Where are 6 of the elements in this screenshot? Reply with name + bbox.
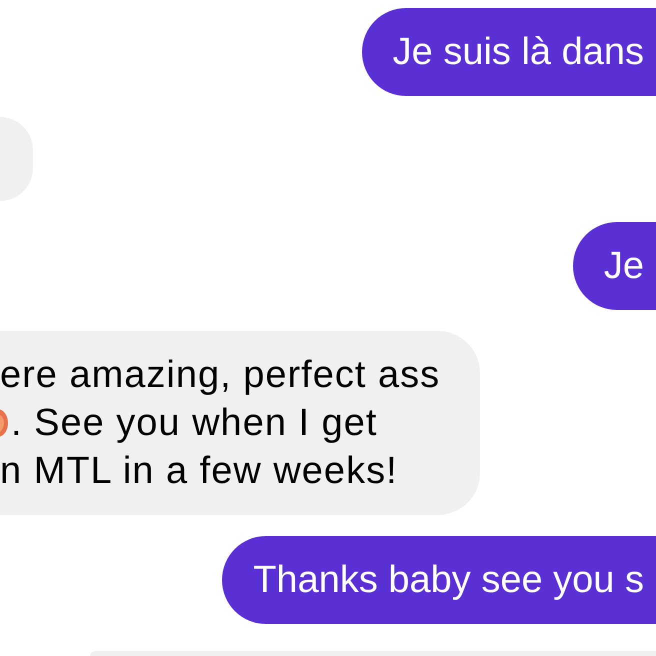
message-text: Thanks baby see you s: [253, 558, 644, 603]
message-text-line: . See you when I get: [11, 401, 378, 446]
message-text-line: n MTL in a few weeks!: [0, 449, 398, 494]
message-text-line: ere amazing, perfect ass: [0, 353, 440, 398]
message-text: Je suis là dans: [392, 30, 644, 75]
message-text: Je: [604, 244, 644, 289]
